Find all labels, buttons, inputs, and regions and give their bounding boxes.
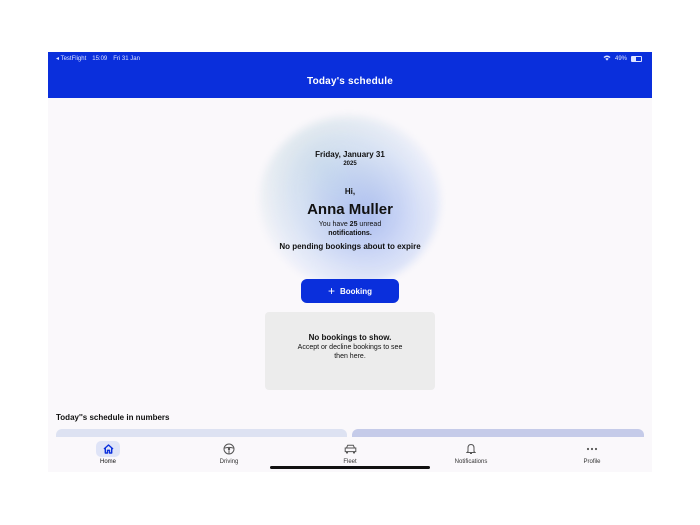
unread-line2: notifications. bbox=[328, 230, 372, 237]
status-right: 49% bbox=[603, 55, 642, 63]
page-title: Today's schedule bbox=[307, 76, 393, 87]
tab-fleet[interactable]: Fleet bbox=[320, 441, 380, 465]
bell-icon bbox=[459, 441, 483, 457]
tab-home-label: Home bbox=[99, 459, 116, 465]
car-icon bbox=[338, 441, 362, 457]
plus-icon: + bbox=[327, 284, 335, 298]
back-to-app-link[interactable]: ◂ TestFlight bbox=[56, 55, 86, 62]
schedule-numbers-heading: Today''s schedule in numbers bbox=[56, 413, 170, 422]
tab-fleet-label: Fleet bbox=[343, 459, 357, 465]
greeting-hi: Hi, bbox=[344, 187, 356, 196]
user-name: Anna Muller bbox=[307, 201, 393, 218]
unread-count: 25 bbox=[349, 221, 358, 228]
status-bar: ◂ TestFlight 15:09 Fri 31 Jan bbox=[56, 55, 140, 63]
tab-notifications-label: Notifications bbox=[454, 459, 488, 465]
unread-notifications-text: You have 25 unread notifications. bbox=[48, 220, 652, 238]
more-dots-icon bbox=[580, 441, 604, 457]
wifi-icon bbox=[603, 55, 611, 63]
header-bar: ◂ TestFlight 15:09 Fri 31 Jan 49% Today'… bbox=[48, 52, 652, 98]
app-screen: ◂ TestFlight 15:09 Fri 31 Jan 49% Today'… bbox=[48, 52, 652, 472]
status-date: Fri 31 Jan bbox=[113, 55, 140, 62]
steering-wheel-icon bbox=[217, 441, 241, 457]
unread-suffix: unread bbox=[359, 221, 382, 228]
empty-state-subtitle: Accept or decline bookings to see then h… bbox=[297, 344, 403, 360]
current-date: Friday, January 31 bbox=[315, 150, 385, 159]
tab-home[interactable]: Home bbox=[78, 441, 138, 465]
status-time: 15:09 bbox=[92, 55, 108, 62]
tab-driving-label: Driving bbox=[219, 459, 239, 465]
battery-icon bbox=[631, 56, 642, 62]
tab-profile[interactable]: Profile bbox=[562, 441, 622, 465]
tab-driving[interactable]: Driving bbox=[199, 441, 259, 465]
current-year: 2025 bbox=[343, 161, 357, 167]
add-booking-button[interactable]: + Booking bbox=[301, 279, 399, 303]
home-icon bbox=[96, 441, 120, 457]
tab-notifications[interactable]: Notifications bbox=[441, 441, 501, 465]
unread-prefix: You have bbox=[318, 221, 348, 228]
battery-percent: 49% bbox=[614, 56, 627, 62]
tab-profile-label: Profile bbox=[583, 459, 601, 465]
empty-state-title: No bookings to show. bbox=[308, 333, 392, 342]
home-indicator[interactable] bbox=[270, 466, 430, 469]
pending-bookings-text: No pending bookings about to expire bbox=[279, 242, 421, 251]
booking-button-label: Booking bbox=[340, 286, 372, 296]
empty-bookings-card: No bookings to show. Accept or decline b… bbox=[265, 312, 435, 390]
